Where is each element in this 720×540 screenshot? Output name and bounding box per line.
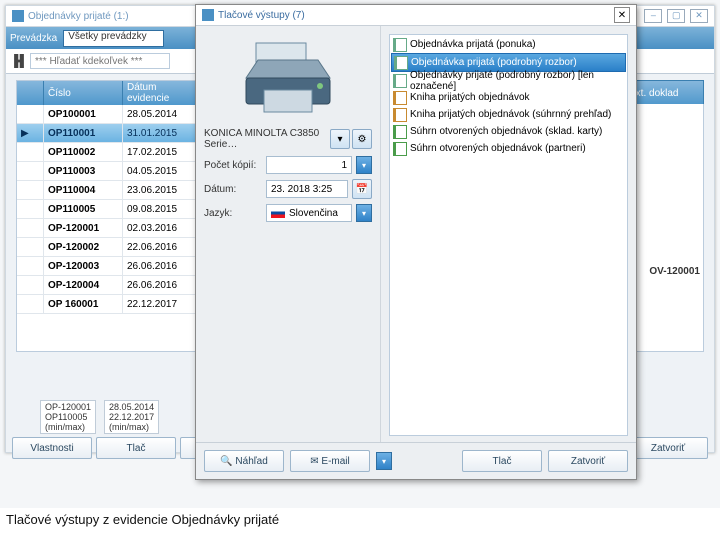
date-label: Dátum:	[204, 184, 262, 195]
app-icon	[12, 10, 24, 22]
lang-label: Jazyk:	[204, 208, 262, 219]
print-outputs-dialog: Tlačové výstupy (7) ✕ KONICA MINOLTA C38…	[195, 4, 637, 480]
print-button[interactable]: Tlač	[96, 437, 176, 459]
summary-date: 28.05.2014 22.12.2017 (min/max)	[104, 400, 159, 434]
report-icon	[393, 108, 407, 122]
dialog-icon	[202, 9, 214, 21]
dialog-titlebar: Tlačové výstupy (7) ✕	[196, 5, 636, 26]
copies-field[interactable]: 1	[266, 156, 352, 174]
email-options-dropdown[interactable]: ▾	[376, 452, 392, 470]
printer-settings-button[interactable]: ⚙	[352, 129, 372, 149]
col-date[interactable]: Dátum evidencie	[123, 81, 197, 105]
ext-doc-value: OV-120001	[649, 266, 700, 277]
copies-label: Počet kópií:	[204, 160, 262, 171]
copies-dropdown[interactable]: ▾	[356, 156, 372, 174]
email-button[interactable]: ✉ E-mail	[290, 450, 370, 472]
list-item[interactable]: Kniha prijatých objednávok	[391, 89, 626, 106]
filter-select[interactable]: Všetky prevádzky	[63, 30, 163, 47]
list-item[interactable]: Objednávky prijaté (podrobný rozbor) [le…	[391, 72, 626, 89]
envelope-icon: ✉	[310, 456, 318, 467]
minimize-button[interactable]: –	[644, 9, 662, 23]
close-icon[interactable]: ✕	[614, 7, 630, 23]
list-item[interactable]: Súhrn otvorených objednávok (sklad. kart…	[391, 123, 626, 140]
calendar-icon[interactable]: 📅	[352, 179, 372, 199]
dialog-close-button[interactable]: Zatvoriť	[548, 450, 628, 472]
list-item[interactable]: Kniha prijatých objednávok (súhrnný preh…	[391, 106, 626, 123]
report-icon	[394, 56, 408, 70]
col-number[interactable]: Číslo	[44, 81, 123, 105]
printer-illustration	[238, 38, 338, 118]
printer-name: KONICA MINOLTA C3850 Serie…	[204, 128, 328, 150]
report-icon	[393, 74, 407, 88]
report-icon	[393, 38, 407, 52]
orders-window-title: Objednávky prijaté (1:)	[28, 11, 129, 22]
ext-doc-cells	[632, 104, 704, 352]
dialog-title: Tlačové výstupy (7)	[218, 10, 305, 21]
filter-label: Prevádzka	[10, 33, 57, 44]
close-window-button[interactable]: ✕	[690, 9, 708, 23]
search-input[interactable]	[30, 53, 170, 69]
properties-button[interactable]: Vlastnosti	[12, 437, 92, 459]
report-icon	[393, 142, 407, 156]
summary-number: OP-120001 OP110005 (min/max)	[40, 400, 96, 434]
magnifier-icon: 🔍	[220, 456, 232, 467]
report-list[interactable]: Objednávka prijatá (ponuka)Objednávka pr…	[389, 34, 628, 436]
dialog-left-panel: KONICA MINOLTA C3850 Serie… ▾ ⚙ Počet kó…	[196, 26, 381, 442]
dialog-print-button[interactable]: Tlač	[462, 450, 542, 472]
report-icon	[393, 125, 407, 139]
list-item[interactable]: Súhrn otvorených objednávok (partneri)	[391, 140, 626, 157]
maximize-button[interactable]: ▢	[667, 9, 685, 23]
lang-dropdown[interactable]: ▾	[356, 204, 372, 222]
figure-caption: Tlačové výstupy z evidencie Objednávky p…	[6, 512, 279, 527]
lang-field[interactable]: Slovenčina	[266, 204, 352, 222]
date-field[interactable]: 23. 2018 3:25	[266, 180, 348, 198]
list-item[interactable]: Objednávka prijatá (ponuka)	[391, 36, 626, 53]
preview-button[interactable]: 🔍 Náhľad	[204, 450, 284, 472]
report-icon	[393, 91, 407, 105]
printer-select-button[interactable]: ▾	[330, 129, 350, 149]
dialog-footer: 🔍 Náhľad ✉ E-mail ▾ Tlač Zatvoriť	[196, 442, 636, 479]
binoculars-icon	[12, 54, 26, 68]
close-orders-button[interactable]: Zatvoriť	[628, 437, 708, 459]
flag-icon	[271, 208, 285, 218]
